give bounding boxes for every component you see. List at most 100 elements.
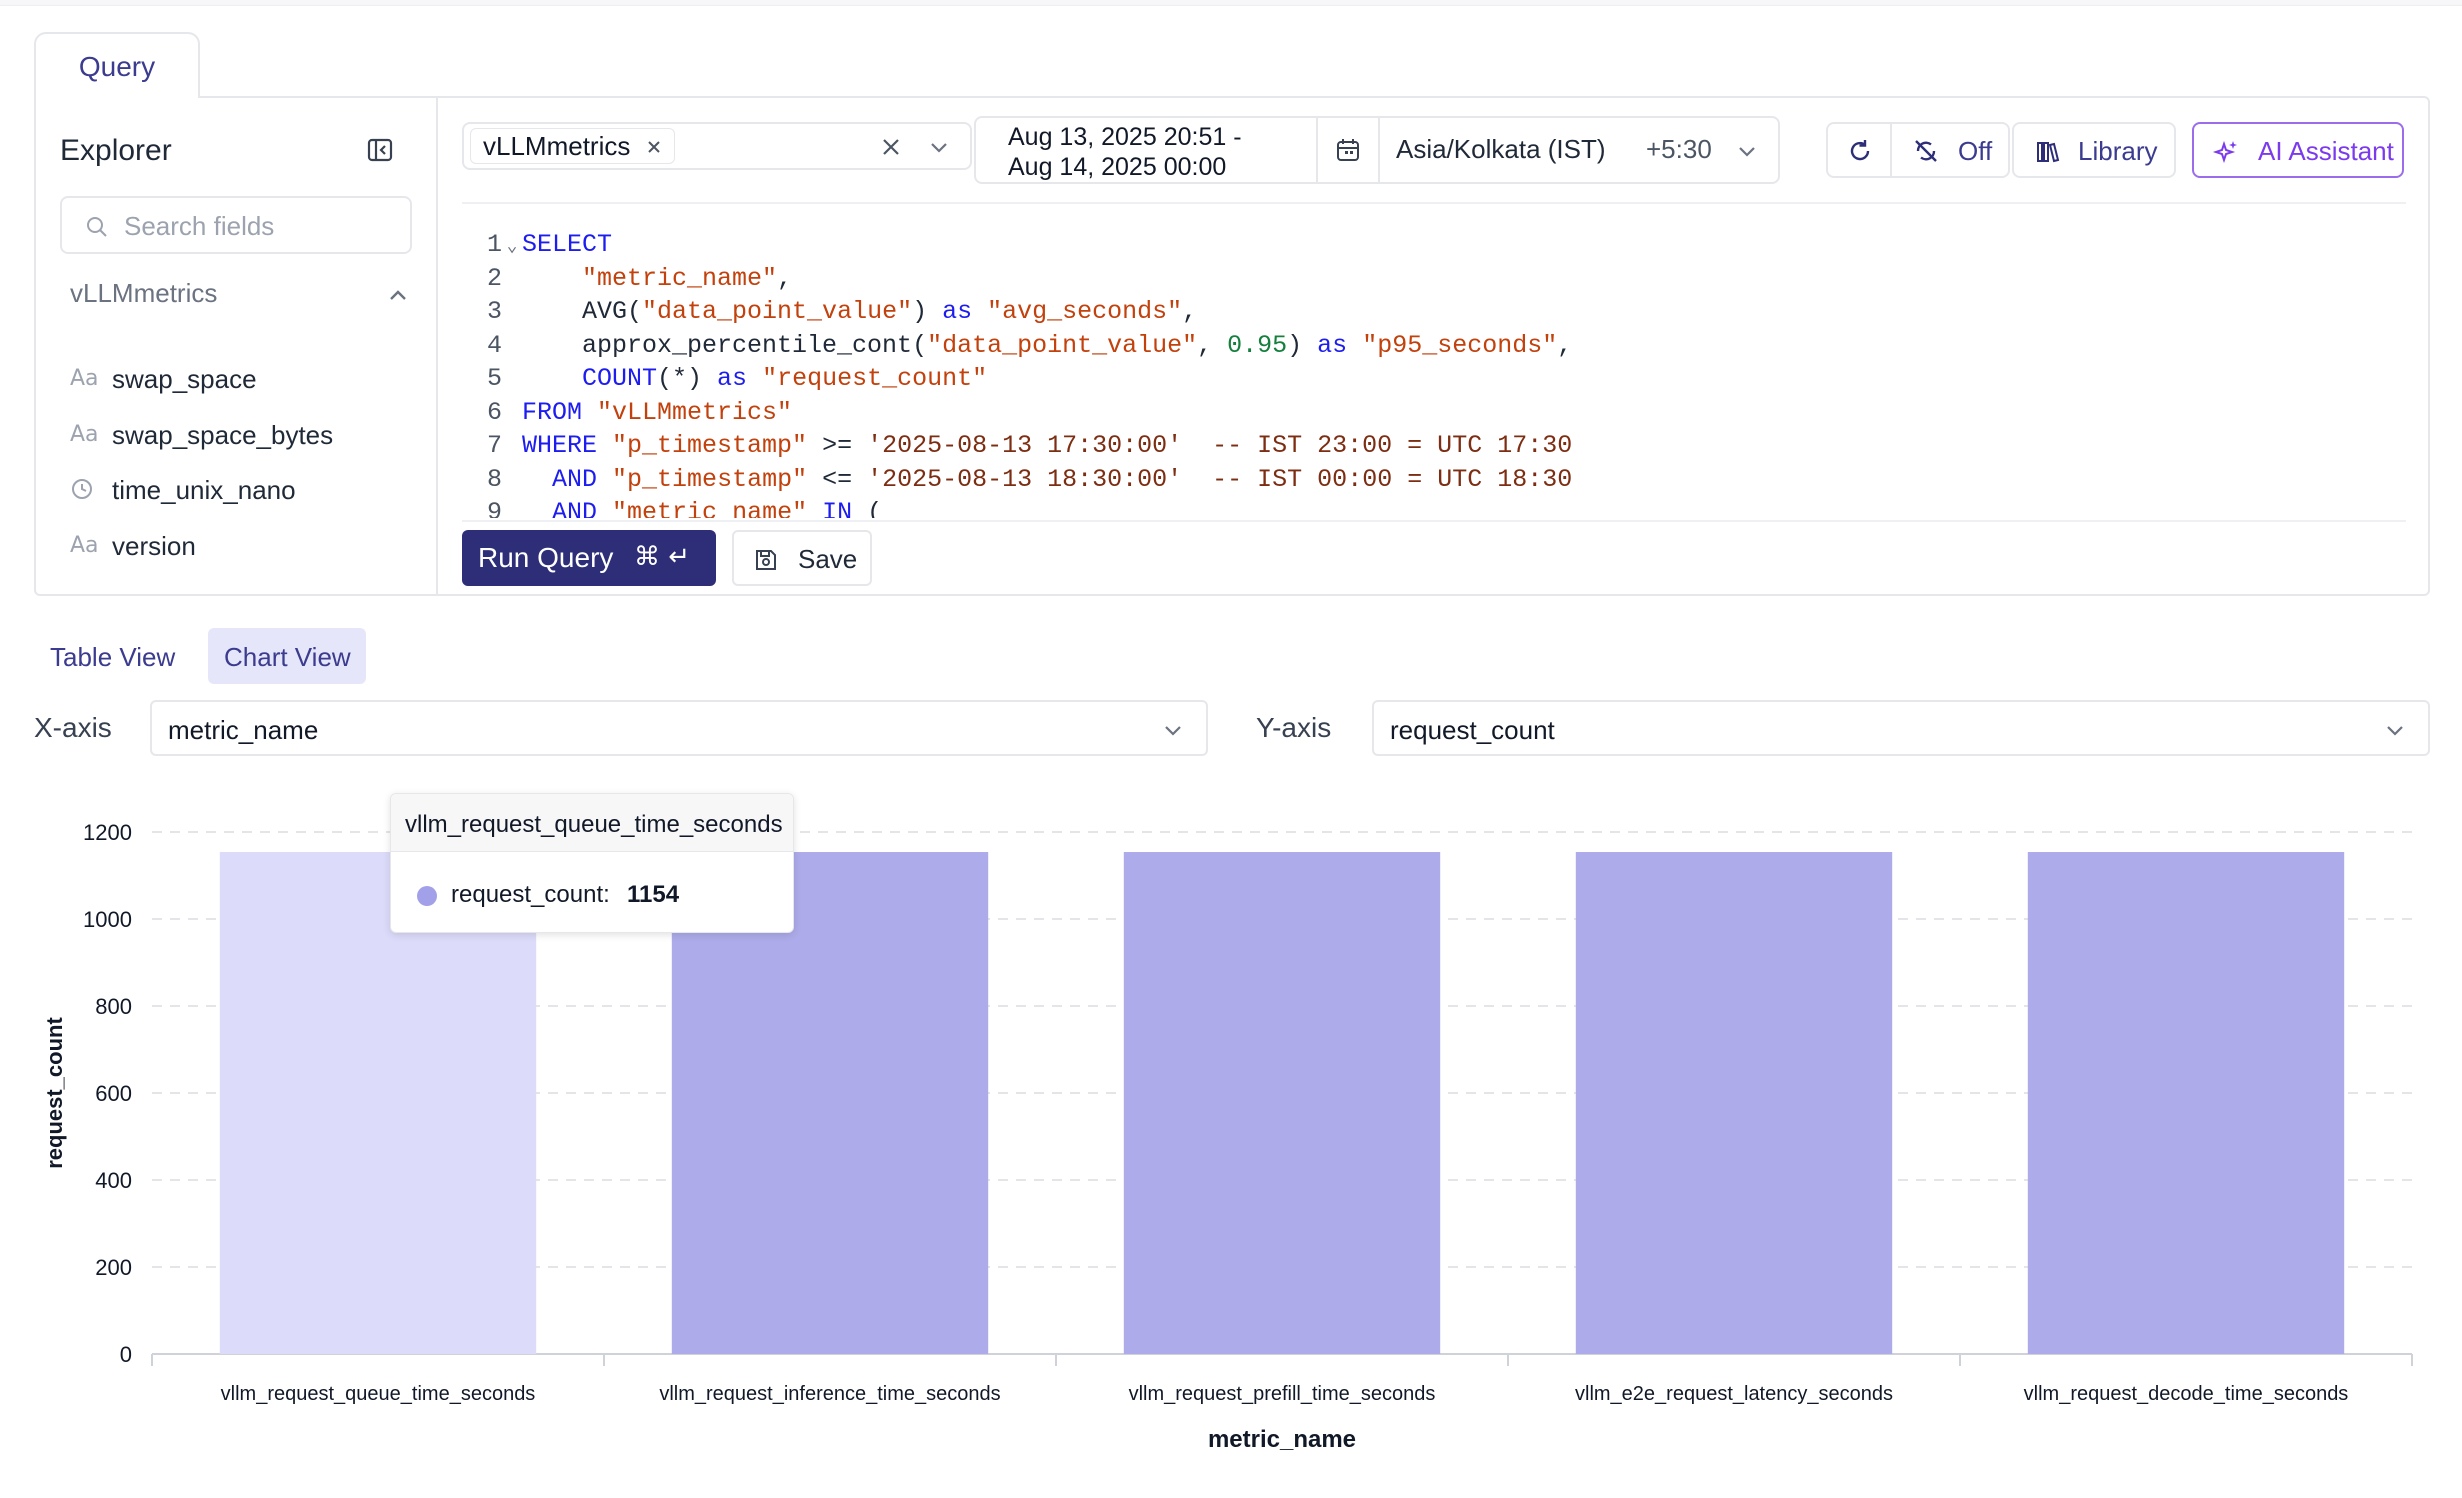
code-token: approx_percentile_cont( — [522, 330, 928, 360]
collapse-sidebar-icon[interactable] — [366, 136, 394, 164]
clock-icon — [72, 479, 92, 499]
y-tick-label: 1000 — [83, 907, 132, 932]
auto-refresh-button[interactable]: Off — [1892, 124, 2008, 176]
y-tick-label: 0 — [120, 1342, 132, 1367]
tooltip-title: vllm_request_queue_time_seconds — [405, 811, 783, 838]
bar[interactable] — [2027, 852, 2345, 1354]
field-name: time_unix_nano — [112, 475, 296, 505]
remove-chip-icon[interactable] — [644, 137, 664, 157]
code-token: '2025-08-13 18:30:00' -- IST 00:00 = UTC… — [867, 464, 1573, 494]
chevron-down-icon[interactable] — [1734, 138, 1760, 164]
y-axis-select[interactable]: request_count — [1372, 700, 2430, 756]
y-tick-label: 200 — [95, 1255, 132, 1280]
time-range-picker[interactable]: Aug 13, 2025 20:51 - Aug 14, 2025 00:00 … — [974, 116, 1780, 184]
stream-group-header[interactable]: vLLMmetrics — [70, 278, 410, 318]
line-number: 5 — [486, 364, 502, 393]
code-line: 7 WHERE "p_timestamp" >= '2025-08-13 17:… — [462, 429, 1572, 463]
tab-query[interactable]: Query — [34, 32, 200, 98]
x-axis-select[interactable]: metric_name — [150, 700, 1208, 756]
fold-gutter — [502, 465, 522, 499]
stream-chip: vLLMmetrics — [470, 128, 676, 164]
code-line: 9 AND "metric_name" IN ( — [462, 496, 882, 518]
chevron-down-icon[interactable] — [926, 134, 952, 160]
code-text: AND "metric_name" IN ( — [522, 498, 882, 518]
x-tick-label: vllm_request_decode_time_seconds — [2024, 1383, 2349, 1405]
timezone-select[interactable]: Asia/Kolkata (IST) — [1396, 134, 1606, 165]
ai-assistant-button[interactable]: AI Assistant — [2192, 122, 2404, 178]
bar[interactable] — [1123, 852, 1441, 1354]
code-text: approx_percentile_cont("data_point_value… — [522, 331, 1572, 360]
fold-gutter — [502, 398, 522, 432]
tab-chart-view[interactable]: Chart View — [208, 628, 366, 684]
ai-assistant-label: AI Assistant — [2258, 136, 2394, 166]
code-token: "data_point_value" — [927, 330, 1198, 360]
code-text: WHERE "p_timestamp" >= '2025-08-13 17:30… — [522, 431, 1572, 460]
sql-editor[interactable]: 1 ⌄ SELECT 2 "metric_name", 3 AVG("data_poin… — [462, 228, 2402, 518]
refresh-group: Off — [1826, 122, 2010, 178]
x-tick-label: vllm_request_inference_time_seconds — [659, 1383, 1000, 1405]
explorer-panel: Explorer vLLMmetrics Aa swap_space Aa sw… — [36, 98, 438, 594]
library-button[interactable]: Library — [2012, 122, 2176, 178]
bar[interactable] — [1575, 852, 1893, 1354]
tab-table-view[interactable]: Table View — [34, 628, 194, 684]
line-number: 8 — [486, 464, 502, 494]
code-line: 1 ⌄ SELECT — [462, 228, 612, 262]
divider — [1316, 118, 1318, 182]
line-number: 7 — [486, 431, 502, 460]
line-number: 6 — [486, 397, 502, 427]
code-token: "vLLMmetrics" — [597, 397, 793, 427]
code-token: "request_count" — [762, 364, 988, 393]
line-number: 9 — [486, 498, 502, 518]
top-bar — [0, 0, 2462, 6]
library-label: Library — [2078, 136, 2158, 166]
code-token: as — [1317, 330, 1348, 360]
divider — [1378, 118, 1380, 182]
save-label: Save — [798, 544, 858, 574]
date-range-end: Aug 14, 2025 00:00 — [1008, 153, 1227, 181]
code-token: ( — [852, 498, 883, 518]
code-token: AND — [552, 498, 598, 518]
code-token: , — [1182, 297, 1198, 326]
calendar-icon[interactable] — [1334, 136, 1362, 164]
field-item[interactable]: Aa swap_space — [70, 360, 410, 400]
field-name: swap_space_bytes — [112, 420, 334, 450]
tab-table-view-label: Table View — [50, 642, 176, 672]
refresh-icon — [1850, 140, 1870, 161]
field-item[interactable]: time_unix_nano — [70, 471, 410, 511]
code-token: '2025-08-13 17:30:00' -- IST 23:00 = UTC… — [867, 431, 1573, 460]
y-tick-label: 800 — [95, 994, 132, 1019]
explorer-title: Explorer — [60, 134, 172, 167]
fold-chevron-icon[interactable]: ⌄ — [502, 230, 522, 264]
stream-select[interactable]: vLLMmetrics — [462, 122, 972, 170]
search-fields-box[interactable] — [60, 196, 412, 254]
tooltip-value: 1154 — [627, 881, 680, 908]
field-item[interactable]: Aa swap_space_bytes — [70, 416, 410, 456]
field-item[interactable]: Aa version — [70, 527, 410, 567]
y-axis-title: request_count — [42, 1017, 67, 1169]
code-line: 8 AND "p_timestamp" <= '2025-08-13 18:30… — [462, 463, 1572, 497]
series-color-dot — [417, 886, 437, 906]
code-token: "metric_name" — [612, 498, 808, 518]
clear-icon[interactable] — [878, 134, 904, 160]
tooltip-series-label: request_count: — [451, 881, 610, 908]
line-number: 2 — [486, 263, 502, 293]
run-query-button[interactable]: Run Query ⌘ ↵ — [462, 530, 716, 586]
y-axis-label: Y-axis — [1256, 712, 1332, 743]
library-icon — [2037, 142, 2060, 163]
save-button[interactable]: Save — [732, 530, 872, 586]
code-line: 4 approx_percentile_cont("data_point_val… — [462, 329, 1572, 363]
sparkles-icon — [2212, 140, 2237, 164]
auto-refresh-label: Off — [1958, 136, 1993, 166]
code-token: as — [942, 297, 973, 326]
refresh-button[interactable] — [1828, 124, 1892, 176]
x-tick-label: vllm_e2e_request_latency_seconds — [1575, 1383, 1893, 1405]
chevron-down-icon — [2387, 726, 2403, 736]
search-fields-input[interactable] — [124, 208, 404, 244]
fold-gutter — [502, 364, 522, 398]
date-range-text[interactable]: Aug 13, 2025 20:51 - Aug 14, 2025 00:00 — [1008, 122, 1248, 182]
